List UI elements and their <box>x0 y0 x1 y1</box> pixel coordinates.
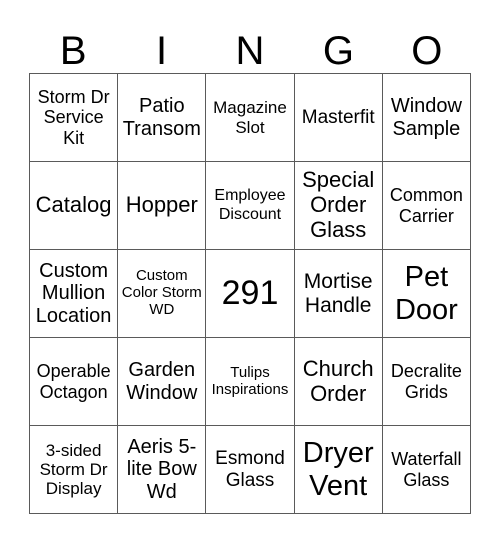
cell-text: Operable Octagon <box>36 361 111 402</box>
cell-text: Esmond Glass <box>215 448 285 491</box>
cell-text: Dryer Vent <box>302 436 374 502</box>
cell-text: Employee Discount <box>214 187 286 223</box>
cell-text: Custom Mullion Location <box>35 259 112 327</box>
cell-text: Waterfall Glass <box>391 449 462 490</box>
bingo-cell[interactable]: Operable Octagon <box>30 338 119 426</box>
header-letter-o: O <box>411 29 443 73</box>
cell-text: Church Order <box>302 355 374 406</box>
bingo-cell[interactable]: Special Order Glass <box>294 162 383 250</box>
bingo-cell[interactable]: Patio Transom <box>118 74 207 162</box>
bingo-cell[interactable]: Custom Mullion Location <box>30 250 119 338</box>
cell-text: Special Order Glass <box>302 167 375 242</box>
cell-text: Storm Dr Service Kit <box>37 87 110 148</box>
cell-text: Tulips Inspirations <box>211 363 289 398</box>
header-letter-n: N <box>235 29 265 73</box>
bingo-cell[interactable]: Custom Color Storm WD <box>118 250 207 338</box>
bingo-cell[interactable]: Masterfit <box>294 74 383 162</box>
header-letter-g: G <box>322 29 354 73</box>
bingo-cell[interactable]: Church Order <box>294 338 383 426</box>
cell-text: Garden Window <box>126 358 198 404</box>
bingo-cell[interactable]: Mortise Handle <box>294 250 383 338</box>
bingo-cell[interactable]: Garden Window <box>118 338 207 426</box>
cell-text: Common Carrier <box>389 185 463 226</box>
cell-text: Decralite Grids <box>390 361 462 402</box>
cell-text: Masterfit <box>301 106 375 128</box>
cell-text: 3-sided Storm Dr Display <box>39 440 108 499</box>
bingo-cell[interactable]: 3-sided Storm Dr Display <box>30 426 119 514</box>
bingo-cell[interactable]: Catalog <box>30 162 119 250</box>
header-letter-b: B <box>59 29 87 73</box>
cell-text: Custom Color Storm WD <box>121 267 202 318</box>
cell-text: Pet Door <box>394 260 458 326</box>
cell-text: Hopper <box>125 192 198 218</box>
bingo-grid: Storm Dr Service Kit Patio Transom Magaz… <box>29 73 471 514</box>
bingo-cell[interactable]: Waterfall Glass <box>382 426 471 514</box>
bingo-cell[interactable]: Magazine Slot <box>206 74 295 162</box>
bingo-cell[interactable]: Decralite Grids <box>382 338 471 426</box>
cell-text: Catalog <box>35 192 112 218</box>
bingo-cell[interactable]: Dryer Vent <box>294 426 383 514</box>
bingo-cell[interactable]: Employee Discount <box>206 162 295 250</box>
free-space-cell[interactable]: 291 <box>206 250 295 338</box>
bingo-header: B I N G O <box>29 30 471 73</box>
header-letter-i: I <box>156 29 168 73</box>
cell-text: Window Sample <box>390 94 462 140</box>
cell-text: Magazine Slot <box>213 98 287 137</box>
bingo-cell[interactable]: Aeris 5-lite Bow Wd <box>118 426 207 514</box>
bingo-cell[interactable]: Esmond Glass <box>206 426 295 514</box>
cell-text: Patio Transom <box>122 94 201 140</box>
cell-text: Aeris 5-lite Bow Wd <box>126 435 197 503</box>
bingo-cell[interactable]: Common Carrier <box>382 162 471 250</box>
bingo-cell[interactable]: Tulips Inspirations <box>206 338 295 426</box>
bingo-cell[interactable]: Window Sample <box>382 74 471 162</box>
bingo-cell[interactable]: Hopper <box>118 162 207 250</box>
cell-text: 291 <box>221 274 279 313</box>
bingo-cell[interactable]: Storm Dr Service Kit <box>30 74 119 162</box>
bingo-cell[interactable]: Pet Door <box>382 250 471 338</box>
cell-text: Mortise Handle <box>303 269 373 317</box>
